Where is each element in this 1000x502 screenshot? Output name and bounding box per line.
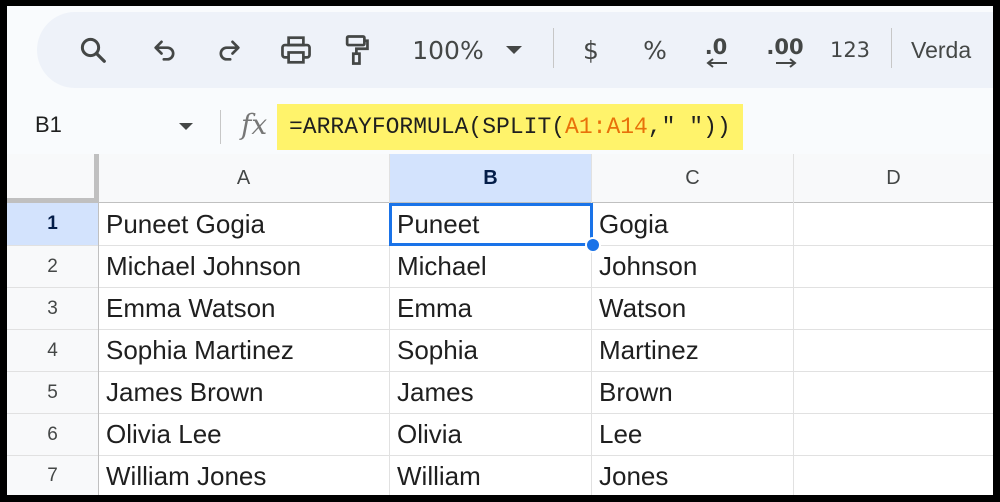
dollar-icon: $ xyxy=(583,35,599,65)
chevron-down-icon[interactable] xyxy=(179,123,193,130)
cell-d1[interactable] xyxy=(794,203,993,245)
decrease-decimal-label: .0 xyxy=(704,35,728,59)
decrease-decimal-button[interactable]: .0 xyxy=(691,12,741,88)
cell-a3[interactable]: Emma Watson xyxy=(99,287,389,329)
cell-b5[interactable]: James xyxy=(390,371,591,413)
cell-c1[interactable]: Gogia xyxy=(592,203,793,245)
formula-bar: B1 fx =ARRAYFORMULA(SPLIT(A1:A14," ")) xyxy=(7,104,993,150)
row-header[interactable]: 7 xyxy=(7,456,98,495)
column-header-c[interactable]: C xyxy=(592,154,793,202)
row-header[interactable]: 2 xyxy=(7,246,98,287)
percent-format-button[interactable]: % xyxy=(633,12,677,88)
number-format-label: 123 xyxy=(829,38,871,62)
cell-d4[interactable] xyxy=(794,329,993,371)
cell-c2[interactable]: Johnson xyxy=(592,245,793,287)
cell-b3[interactable]: Emma xyxy=(390,287,591,329)
cell-d7[interactable] xyxy=(794,455,993,495)
formula-prefix: =ARRAYFORMULA(SPLIT( xyxy=(289,114,566,140)
name-box[interactable]: B1 xyxy=(35,112,62,138)
cell-d6[interactable] xyxy=(794,413,993,455)
formula-input[interactable]: =ARRAYFORMULA(SPLIT(A1:A14," ")) xyxy=(277,104,743,150)
toolbar-divider xyxy=(553,28,554,68)
row-header[interactable]: 6 xyxy=(7,414,98,455)
row-header[interactable]: 4 xyxy=(7,330,98,371)
column-header-d[interactable]: D xyxy=(794,154,993,202)
more-formats-button[interactable]: 123 xyxy=(823,12,877,88)
currency-format-button[interactable]: $ xyxy=(569,12,613,88)
cell-c4[interactable]: Martinez xyxy=(592,329,793,371)
cell-b1[interactable]: Puneet xyxy=(390,203,591,245)
cell-c3[interactable]: Watson xyxy=(592,287,793,329)
select-all-corner[interactable] xyxy=(7,154,98,202)
formula-range: A1:A14 xyxy=(565,114,648,140)
fx-icon: fx xyxy=(241,108,268,141)
cell-d5[interactable] xyxy=(794,371,993,413)
undo-icon[interactable] xyxy=(143,12,187,88)
cell-a6[interactable]: Olivia Lee xyxy=(99,413,389,455)
cell-c6[interactable]: Lee xyxy=(592,413,793,455)
toolbar: 100% $ % .0 .00 123 Verda xyxy=(37,12,993,88)
font-select[interactable]: Verda xyxy=(911,12,993,88)
zoom-value: 100% xyxy=(412,35,484,65)
percent-icon: % xyxy=(643,35,667,65)
sheet-grid: A B C D 1 2 3 4 5 6 7 Puneet Gogia Punee… xyxy=(7,154,993,495)
column-header-a[interactable]: A xyxy=(98,154,389,202)
paint-format-icon[interactable] xyxy=(335,12,379,88)
cell-a2[interactable]: Michael Johnson xyxy=(99,245,389,287)
cell-c7[interactable]: Jones xyxy=(592,455,793,495)
fill-handle[interactable] xyxy=(585,237,601,253)
spreadsheet-window: 100% $ % .0 .00 123 Verda B1 fx =ARRAYFO… xyxy=(7,6,993,495)
formula-suffix: ," ")) xyxy=(647,114,731,140)
zoom-select[interactable]: 100% xyxy=(403,12,493,88)
increase-decimal-button[interactable]: .00 xyxy=(755,12,815,88)
redo-icon[interactable] xyxy=(207,12,251,88)
row-header[interactable]: 3 xyxy=(7,288,98,329)
cell-b7[interactable]: William xyxy=(390,455,591,495)
cell-c5[interactable]: Brown xyxy=(592,371,793,413)
cell-d3[interactable] xyxy=(794,287,993,329)
row-header[interactable]: 1 xyxy=(7,203,98,245)
cell-a5[interactable]: James Brown xyxy=(99,371,389,413)
search-icon[interactable] xyxy=(71,12,115,88)
cell-a1[interactable]: Puneet Gogia xyxy=(99,203,389,245)
cell-b2[interactable]: Michael xyxy=(390,245,591,287)
print-icon[interactable] xyxy=(273,12,319,88)
column-header-b[interactable]: B xyxy=(390,154,591,202)
cell-a7[interactable]: William Jones xyxy=(99,455,389,495)
cell-b6[interactable]: Olivia xyxy=(390,413,591,455)
row-header[interactable]: 5 xyxy=(7,372,98,413)
arrow-right-icon xyxy=(776,58,797,68)
cell-b4[interactable]: Sophia xyxy=(390,329,591,371)
toolbar-divider xyxy=(891,28,892,68)
cell-a4[interactable]: Sophia Martinez xyxy=(99,329,389,371)
chevron-down-icon[interactable] xyxy=(499,12,529,88)
font-name: Verda xyxy=(911,36,972,63)
increase-decimal-label: .00 xyxy=(766,35,804,59)
arrow-left-icon xyxy=(706,58,727,68)
formula-bar-divider xyxy=(220,110,221,144)
cell-d2[interactable] xyxy=(794,245,993,287)
